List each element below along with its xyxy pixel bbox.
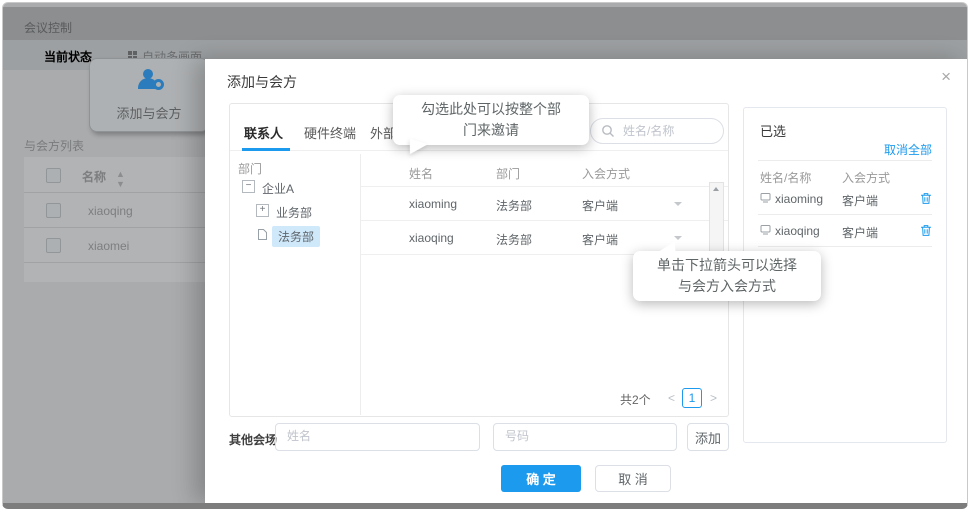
member-dept: 法务部 — [496, 199, 533, 213]
other-venue-number-input[interactable] — [503, 428, 670, 444]
other-venue-name-field[interactable] — [275, 423, 480, 451]
divider — [758, 214, 932, 215]
dialog-title: 添加与会方 — [227, 74, 297, 90]
row-checkbox[interactable] — [46, 203, 61, 218]
row-checkbox[interactable] — [46, 238, 61, 253]
table-header-method: 入会方式 — [582, 167, 631, 181]
method-dropdown-icon[interactable] — [674, 236, 682, 240]
selected-title: 已选 — [760, 124, 787, 139]
selected-name: xiaoqing — [775, 224, 820, 238]
add-other-venue-button[interactable]: 添加 — [687, 423, 729, 451]
tooltip-text: 单击下拉箭头可以选择 — [657, 257, 797, 273]
search-input[interactable] — [621, 121, 717, 141]
selected-method: 客户端 — [842, 226, 879, 240]
selected-header-name: 姓名/名称 — [760, 171, 812, 185]
participant-name: xiaomei — [88, 239, 130, 253]
pagination-next[interactable]: > — [710, 391, 717, 405]
page-title: 会议控制 — [24, 21, 73, 35]
method-dropdown-icon[interactable] — [674, 202, 682, 206]
add-participant-card[interactable]: 添加与会方 — [89, 58, 209, 132]
clear-all-link[interactable]: 取消全部 — [884, 141, 932, 158]
current-status-label: 当前状态 — [44, 50, 93, 64]
tree-node-enterprise[interactable]: 企业A — [262, 180, 294, 197]
terminal-icon — [760, 225, 771, 235]
tab-hardware-terminals[interactable]: 硬件终端 — [304, 123, 356, 142]
dropdown-tooltip: 单击下拉箭头可以选择 与会方入会方式 — [633, 237, 821, 301]
pagination-total: 共2个 — [620, 393, 651, 407]
other-venue-label: 其他会场 — [229, 433, 278, 447]
select-all-checkbox[interactable] — [46, 168, 61, 183]
tooltip-pointer — [657, 237, 680, 258]
document-icon — [258, 229, 267, 240]
member-name: xiaoqing — [409, 231, 454, 245]
add-participant-card-label: 添加与会方 — [116, 106, 182, 121]
panel-divider — [360, 154, 361, 415]
checkbox-tooltip: 勾选此处可以按整个部 门来邀请 — [393, 95, 589, 159]
participant-list-table: 名称 ▲ ▼ xiaoqing xiaomei — [24, 157, 214, 282]
other-venue-number-field[interactable] — [493, 423, 677, 451]
selected-method: 客户端 — [842, 194, 879, 208]
sort-icon[interactable]: ▲ ▼ — [116, 169, 125, 189]
selected-name: xiaoming — [775, 192, 824, 206]
search-box[interactable] — [590, 118, 724, 144]
tooltip-text: 与会方入会方式 — [678, 278, 776, 294]
tooltip-text: 门来邀请 — [463, 122, 519, 138]
close-icon[interactable]: × — [941, 67, 951, 87]
terminal-icon — [760, 193, 771, 203]
department-tree-title: 部门 — [238, 162, 263, 176]
cancel-button[interactable]: 取 消 — [595, 465, 671, 492]
other-venue-name-input[interactable] — [285, 428, 473, 444]
pagination-prev[interactable]: < — [668, 391, 675, 405]
meeting-control-titlebar: 会议控制 — [3, 7, 967, 40]
tab-divider — [230, 150, 728, 151]
tree-node-legal-dept[interactable]: 法务部 — [272, 226, 321, 247]
add-participant-dialog: 添加与会方 × 联系人 硬件终端 外部联系人 部门 − 企业A + 业务部 — [205, 59, 967, 503]
table-header-dept: 部门 — [496, 167, 521, 181]
delete-icon[interactable] — [920, 224, 932, 237]
search-icon — [602, 125, 614, 137]
add-person-icon — [137, 69, 164, 91]
selected-header-method: 入会方式 — [842, 171, 891, 185]
member-name: xiaoming — [409, 197, 458, 211]
name-column-header[interactable]: 名称 — [82, 168, 106, 185]
tab-contacts[interactable]: 联系人 — [244, 123, 283, 142]
tooltip-text: 勾选此处可以按整个部 — [421, 101, 561, 117]
member-method: 客户端 — [582, 199, 619, 213]
member-dept: 法务部 — [496, 233, 533, 247]
divider — [758, 246, 932, 247]
app-window: 会议控制 当前状态 自动多画面 添加与会方 与会方列表 名称 ▲ ▼ xiaoqi… — [2, 2, 968, 509]
divider — [758, 160, 932, 161]
participant-list-title: 与会方列表 — [24, 139, 85, 153]
tree-node-business-dept[interactable]: 业务部 — [276, 204, 312, 221]
confirm-button[interactable]: 确 定 — [501, 465, 581, 492]
member-method: 客户端 — [582, 233, 619, 247]
delete-icon[interactable] — [920, 192, 932, 205]
pagination-page[interactable]: 1 — [682, 388, 702, 408]
table-header-name: 姓名 — [409, 167, 434, 181]
scroll-up-icon[interactable] — [712, 187, 719, 191]
active-tab-indicator — [242, 148, 290, 151]
expand-icon[interactable]: + — [256, 204, 269, 217]
collapse-icon[interactable]: − — [242, 180, 255, 193]
participant-name: xiaoqing — [88, 204, 133, 218]
